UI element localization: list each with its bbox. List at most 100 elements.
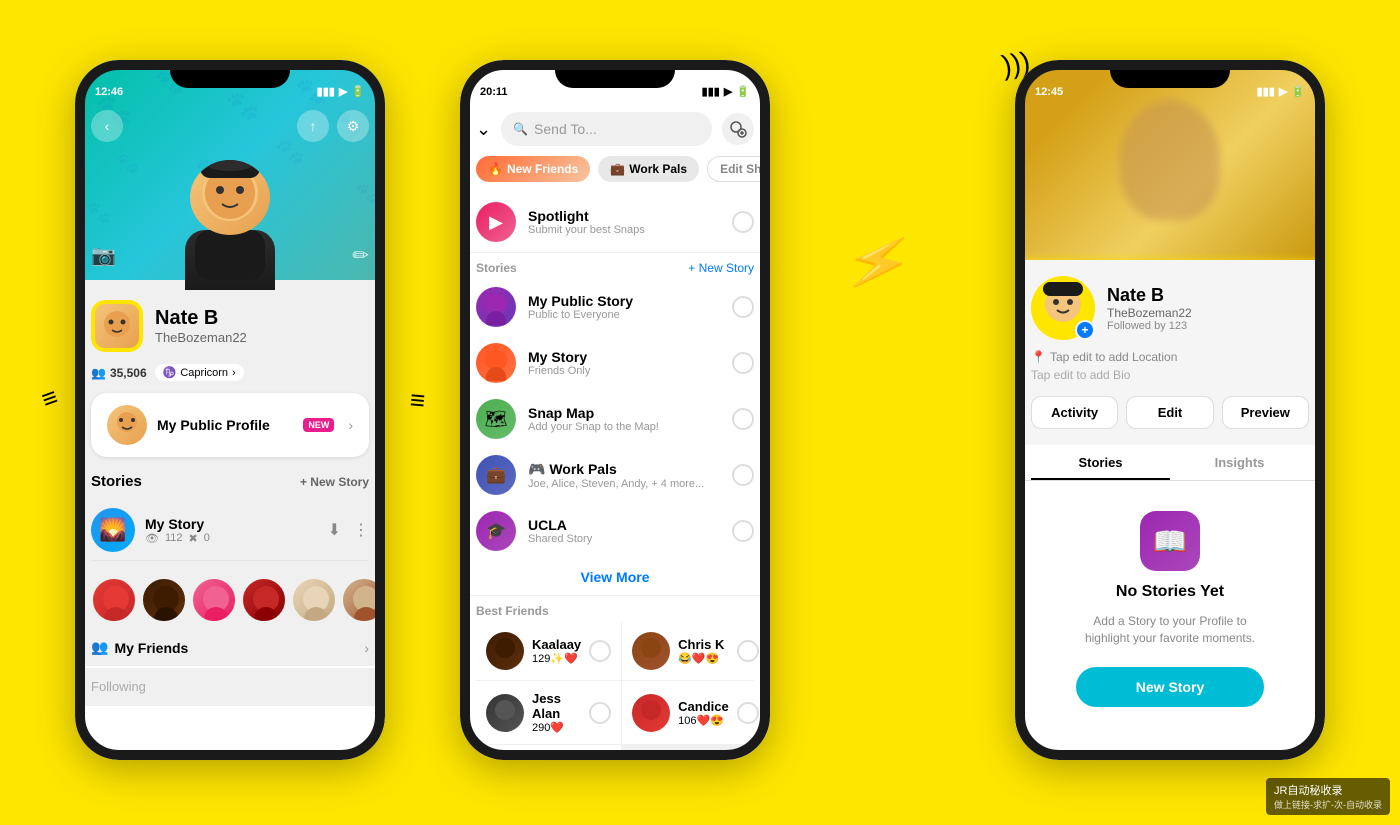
chip-work-pals[interactable]: 💼 Work Pals	[598, 156, 699, 182]
stories-section-title: Stories + New Story	[91, 473, 369, 490]
phone-1-content: Nate B TheBozeman22 👥 35,506 ♑ Capricorn…	[75, 280, 385, 666]
friend-mikey[interactable]: Mikey ❤️	[476, 745, 621, 760]
watermark: JR自动秘收录 做上链接-求扩-次-自动收录	[1266, 778, 1390, 815]
snap-map-avatar: 🗺	[476, 399, 516, 439]
plus-badge[interactable]: +	[1075, 320, 1095, 340]
jessalan-info: Jess Alan 290❤️	[532, 691, 581, 734]
phone2-stories-header: Stories + New Story	[460, 253, 770, 279]
spotlight-check[interactable]	[732, 211, 754, 233]
snap-avatar[interactable]	[91, 300, 143, 352]
public-profile-button[interactable]: My Public Profile NEW ›	[91, 393, 369, 457]
chevron-down-icon[interactable]: ⌄	[476, 119, 491, 140]
my-story-avatar	[476, 343, 516, 383]
location-row: 📍 Tap edit to add Location	[1031, 350, 1309, 364]
snap-avatar-inner	[95, 304, 139, 348]
camera-icon[interactable]: 📷	[91, 243, 116, 268]
tab-insights[interactable]: Insights	[1170, 445, 1309, 480]
friends-avatars	[91, 577, 369, 623]
send-item-map[interactable]: 🗺 Snap Map Add your Snap to the Map!	[460, 391, 770, 447]
candice-check[interactable]	[737, 702, 759, 724]
send-item-my[interactable]: My Story Friends Only	[460, 335, 770, 391]
friend-chrisk[interactable]: Chris K 😂❤️😍	[622, 622, 769, 680]
my-friends-row[interactable]: 👥 My Friends ›	[91, 629, 369, 666]
phone-3-content: + Nate B TheBozeman22 Followed by 123 📍 …	[1015, 260, 1325, 737]
bitmoji-avatar	[180, 160, 280, 290]
more-icon[interactable]: ⋮	[353, 520, 369, 540]
friend-jessalan[interactable]: Jess Alan 290❤️	[476, 681, 621, 744]
bitmoji-head	[190, 160, 270, 235]
public-story-check[interactable]	[732, 296, 754, 318]
candice-avatar	[632, 694, 670, 732]
phone-1-status-icons: ▮▮▮ ▶ 🔋	[317, 85, 365, 98]
friends-section: 👥 My Friends ›	[91, 577, 369, 666]
preview-button[interactable]: Preview	[1222, 396, 1309, 429]
spotlight-sub: Submit your best Snaps	[528, 224, 720, 236]
phone-1-edit-icon: ✏	[352, 243, 369, 268]
followers-stat: 👥 35,506	[91, 366, 147, 380]
send-item-work[interactable]: 💼 🎮 Work Pals Joe, Alice, Steven, Andy, …	[460, 447, 770, 503]
new-story-link[interactable]: + New Story	[688, 261, 754, 275]
spotlight-item[interactable]: ▶ Spotlight Submit your best Snaps	[460, 192, 770, 253]
jessalan-check[interactable]	[589, 702, 611, 724]
profile-name: Nate B	[155, 307, 247, 330]
new-story-cta-button[interactable]: New Story	[1076, 667, 1264, 707]
send-name-work: 🎮 Work Pals	[528, 461, 720, 478]
spotlight-name: Spotlight	[528, 208, 720, 224]
new-story-button[interactable]: + New Story	[300, 475, 369, 489]
bio-row: Tap edit to add Bio	[1031, 368, 1309, 382]
send-name-public: My Public Story	[528, 293, 720, 309]
send-sub-work: Joe, Alice, Steven, Andy, + 4 more...	[528, 478, 720, 490]
send-info-public: My Public Story Public to Everyone	[528, 293, 720, 321]
chrisk-check[interactable]	[737, 640, 759, 662]
ucla-check[interactable]	[732, 520, 754, 542]
phone-2: 20:11 ▮▮▮ ▶ 🔋 ⌄ 🔍 Send To... 🔥 New Frien…	[460, 60, 770, 760]
send-name-my: My Story	[528, 349, 720, 365]
phone-3: 12:45 ▮▮▮ ▶ 🔋 + Nate B	[1015, 60, 1325, 760]
search-bar[interactable]: 🔍 Send To...	[501, 112, 712, 146]
my-story-check[interactable]	[732, 352, 754, 374]
phone-3-profile: + Nate B TheBozeman22 Followed by 123	[1031, 276, 1309, 340]
profile-stats: 👥 35,506 ♑ Capricorn ›	[91, 364, 369, 381]
friend-candice[interactable]: Candice 106❤️😍	[622, 681, 769, 744]
download-icon[interactable]: ⬇	[328, 520, 341, 540]
snap-map-check[interactable]	[732, 408, 754, 430]
phone-1-header: 🐾 🐾 🐾 🐾 🐾 🐾 🐾 🐾 🐾 🐾 12:46 ▮▮▮ ▶ 🔋 ‹ ↑	[75, 60, 385, 280]
phone-3-status-icons: ▮▮▮ ▶ 🔋	[1257, 85, 1305, 98]
phone-3-avatar[interactable]: +	[1031, 276, 1095, 340]
edit-button[interactable]: Edit	[1126, 396, 1213, 429]
send-item-public[interactable]: My Public Story Public to Everyone	[460, 279, 770, 335]
kaalaay-check[interactable]	[589, 640, 611, 662]
activity-button[interactable]: Activity	[1031, 396, 1118, 429]
chrisk-avatar	[632, 632, 670, 670]
profile-section: Nate B TheBozeman22	[91, 300, 369, 352]
send-item-ucla[interactable]: 🎓 UCLA Shared Story	[460, 503, 770, 559]
upload-icon[interactable]: ↑	[297, 110, 329, 142]
phone-1-bottom-icons: 📷	[91, 243, 116, 268]
phone-3-followers: Followed by 123	[1107, 320, 1192, 332]
story-info: My Story 👁 112 ✖ 0	[145, 516, 318, 545]
following-bar: Following	[75, 668, 385, 706]
tab-stories[interactable]: Stories	[1031, 445, 1170, 480]
deco-left-lines: ≡	[409, 384, 427, 416]
zodiac-badge[interactable]: ♑ Capricorn ›	[155, 364, 244, 381]
send-info-map: Snap Map Add your Snap to the Map!	[528, 405, 720, 433]
edit-icon[interactable]: ✏	[352, 243, 369, 268]
new-group-button[interactable]	[722, 113, 754, 145]
friend-kaalaay[interactable]: Kaalaay 129✨❤️	[476, 622, 621, 680]
stories-label: Stories	[476, 261, 517, 275]
work-pals-check[interactable]	[732, 464, 754, 486]
story-thumb-image: 🌄	[91, 508, 135, 552]
phone-1-time: 12:46	[95, 86, 123, 98]
action-buttons: Activity Edit Preview	[1031, 396, 1309, 429]
chip-new-friends[interactable]: 🔥 New Friends	[476, 156, 590, 182]
chip-edit-shortcuts[interactable]: Edit Sho...	[707, 156, 770, 182]
my-story-item[interactable]: 🌄 My Story 👁 112 ✖ 0 ⬇ ⋮	[91, 500, 369, 561]
view-more-button[interactable]: View More	[460, 559, 770, 596]
settings-icon[interactable]: ⚙	[337, 110, 369, 142]
new-badge: NEW	[303, 418, 334, 432]
back-button[interactable]: ‹	[91, 110, 123, 142]
bio-placeholder: Tap edit to add Bio	[1031, 368, 1130, 382]
send-info-ucla: UCLA Shared Story	[528, 517, 720, 545]
friend-avatar-4	[241, 577, 287, 623]
phone-1-top-icons: ‹ ↑ ⚙	[75, 110, 385, 142]
